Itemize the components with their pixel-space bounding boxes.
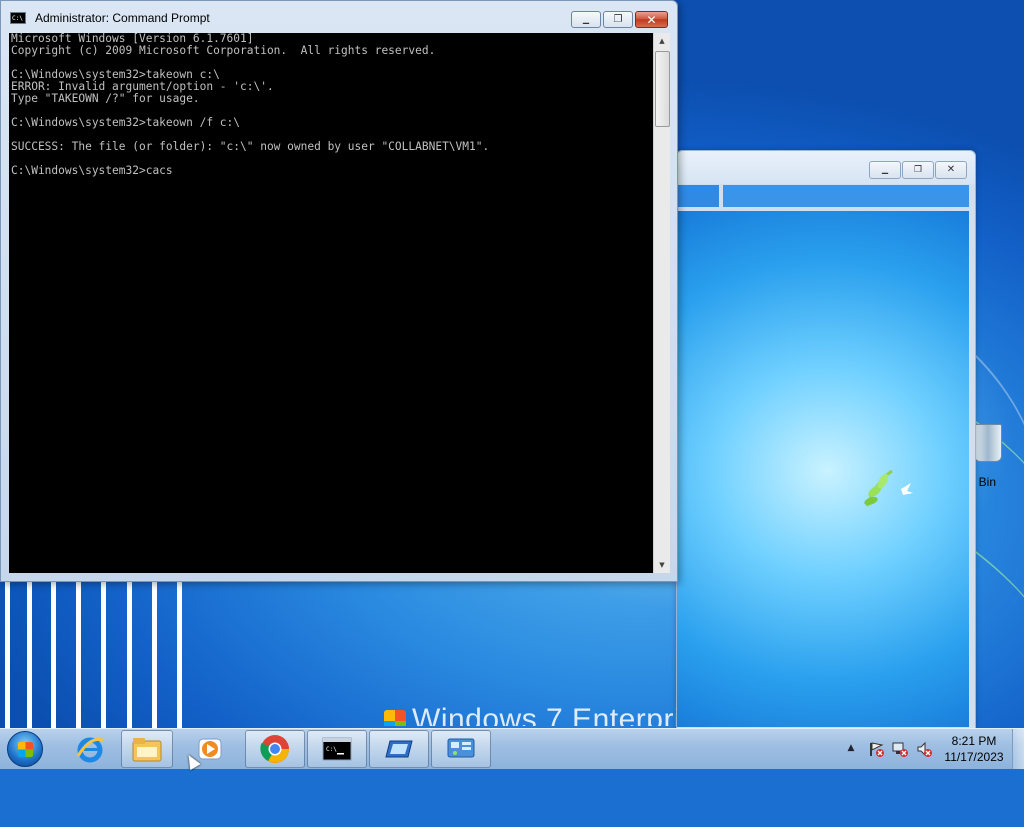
media-player-icon xyxy=(198,738,222,760)
minimize-button[interactable]: ▁ xyxy=(571,11,601,28)
windows-watermark: Windows 7 Enterpri xyxy=(384,702,681,726)
taskbar: C:\ ▲ 8:21 PM 11/17/2023 xyxy=(0,728,1024,769)
scroll-thumb[interactable] xyxy=(655,51,670,127)
volume-muted-icon[interactable] xyxy=(916,741,932,757)
chrome-icon xyxy=(260,735,289,763)
bird-and-leaves-icon xyxy=(864,469,913,507)
close-button[interactable]: ✕ xyxy=(935,161,967,179)
show-hidden-icons-button[interactable]: ▲ xyxy=(844,741,858,755)
windows-flag-icon xyxy=(384,710,406,726)
windows-flag-icon xyxy=(18,742,33,757)
maximize-button[interactable]: ❐ xyxy=(902,161,934,179)
cmd-icon: C:\ xyxy=(322,737,352,761)
svg-text:C:\: C:\ xyxy=(326,746,337,753)
network-icon[interactable] xyxy=(892,741,908,757)
left-stripes xyxy=(0,580,185,728)
taskbar-item-chrome[interactable] xyxy=(245,730,305,768)
background-window-content xyxy=(677,211,969,727)
console-output[interactable]: Microsoft Windows [Version 6.1.7601] Cop… xyxy=(9,33,653,573)
window-title: Administrator: Command Prompt xyxy=(35,11,210,25)
close-icon: ✕ xyxy=(646,12,657,27)
action-center-flag-icon[interactable] xyxy=(868,741,884,757)
taskbar-item-windows-explorer[interactable] xyxy=(121,730,173,768)
console-text[interactable]: Microsoft Windows [Version 6.1.7601] Cop… xyxy=(9,33,653,177)
ie-icon xyxy=(76,737,104,763)
network-app-icon xyxy=(447,738,475,758)
clock[interactable]: 8:21 PM 11/17/2023 xyxy=(938,733,1010,765)
scroll-down-arrow-icon[interactable]: ▼ xyxy=(654,557,670,573)
taskbar-item-remote-desktop[interactable] xyxy=(369,730,429,768)
toolbar-segment xyxy=(677,185,719,207)
show-desktop-button[interactable] xyxy=(1012,729,1024,769)
taskbar-item-command-prompt[interactable]: C:\ xyxy=(307,730,367,768)
cmd-icon[interactable]: C:\ xyxy=(10,12,26,24)
restore-icon: ❐ xyxy=(613,13,623,25)
scroll-up-arrow-icon[interactable]: ▲ xyxy=(654,33,670,49)
minimize-icon: ▁ xyxy=(582,14,590,24)
clock-date: 11/17/2023 xyxy=(944,750,1004,764)
taskbar-item-network-app[interactable] xyxy=(431,730,491,768)
background-window[interactable]: ▁ ❐ ✕ xyxy=(676,150,976,730)
minimize-button[interactable]: ▁ xyxy=(869,161,901,179)
maximize-button[interactable]: ❐ xyxy=(603,11,633,28)
cmd-titlebar[interactable]: C:\ Administrator: Command Prompt ▁ ❐ ✕ xyxy=(1,1,677,33)
remote-desktop-icon xyxy=(385,740,413,758)
clock-time: 8:21 PM xyxy=(951,734,997,748)
close-button[interactable]: ✕ xyxy=(635,11,668,28)
folder-icon xyxy=(132,738,162,762)
vertical-scrollbar[interactable]: ▲ ▼ xyxy=(653,33,670,573)
toolbar-segment xyxy=(723,185,969,207)
taskbar-item-internet-explorer[interactable] xyxy=(62,730,118,768)
start-button[interactable] xyxy=(7,731,43,767)
command-prompt-window[interactable]: C:\ Administrator: Command Prompt ▁ ❐ ✕ … xyxy=(0,0,678,582)
recycle-bin-icon xyxy=(974,424,1002,462)
